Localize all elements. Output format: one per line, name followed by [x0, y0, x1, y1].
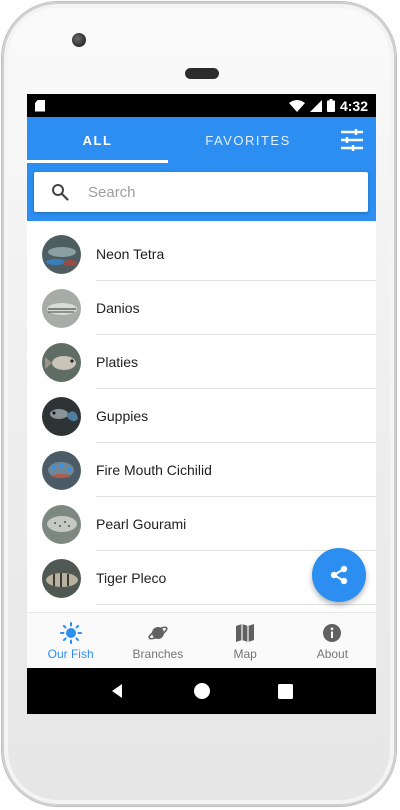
- app-bar: ALL FAVORITES: [27, 117, 376, 221]
- tab-indicator: [27, 160, 168, 163]
- nav-label: About: [316, 646, 349, 661]
- map-icon: [236, 623, 255, 642]
- battery-icon: [326, 99, 335, 112]
- planet-icon: [148, 625, 168, 640]
- fish-avatar: [42, 559, 81, 598]
- list-item[interactable]: Fire Mouth Cichilid: [27, 443, 376, 497]
- fish-name: Fire Mouth Cichilid: [96, 462, 212, 478]
- fish-list: Neon Tetra Danios Platies Guppies Fire M…: [27, 227, 376, 605]
- fish-avatar: [42, 397, 81, 436]
- list-item[interactable]: Neon Tetra: [27, 227, 376, 281]
- fish-avatar: [42, 505, 81, 544]
- list-item[interactable]: Danios: [27, 281, 376, 335]
- fish-avatar: [42, 451, 81, 490]
- fish-avatar: [42, 289, 81, 328]
- phone-frame: 4:32 ALL FAVORITES Search Neon Tetra Dan…: [2, 2, 396, 806]
- sun-icon: [59, 621, 82, 644]
- bottom-navigation: Our Fish Branches Map About: [27, 612, 376, 669]
- earpiece-speaker: [185, 68, 219, 79]
- wifi-icon: [288, 99, 305, 112]
- info-icon: [323, 623, 342, 642]
- cell-signal-icon: [309, 99, 322, 112]
- list-item[interactable]: Guppies: [27, 389, 376, 443]
- tab-bar: ALL FAVORITES: [27, 117, 376, 163]
- share-icon: [330, 565, 348, 585]
- fish-name: Guppies: [96, 408, 149, 424]
- nav-label: Our Fish: [47, 646, 94, 661]
- nav-branches[interactable]: Branches: [114, 613, 201, 669]
- filter-button[interactable]: [337, 126, 367, 154]
- recents-square-icon[interactable]: [277, 683, 293, 699]
- tab-all[interactable]: ALL: [27, 117, 168, 163]
- share-fab[interactable]: [312, 548, 366, 602]
- home-circle-icon[interactable]: [193, 682, 211, 700]
- nav-about[interactable]: About: [289, 613, 376, 669]
- status-time: 4:32: [339, 97, 368, 114]
- fish-name: Pearl Gourami: [96, 516, 187, 532]
- front-camera: [72, 33, 86, 47]
- search-icon: [50, 182, 70, 202]
- fish-name: Danios: [96, 300, 140, 316]
- status-bar: 4:32: [27, 94, 376, 117]
- nav-our-fish[interactable]: Our Fish: [27, 613, 114, 669]
- nav-label: Branches: [132, 646, 184, 661]
- tune-sliders-icon: [341, 129, 363, 151]
- fish-name: Platies: [96, 354, 139, 370]
- list-item[interactable]: Platies: [27, 335, 376, 389]
- divider: [96, 604, 376, 605]
- fish-avatar: [42, 235, 81, 274]
- fish-name: Neon Tetra: [96, 246, 165, 262]
- sd-card-icon: [35, 99, 45, 112]
- back-triangle-icon[interactable]: [110, 683, 126, 699]
- fish-name: Tiger Pleco: [96, 570, 167, 586]
- search-input[interactable]: [86, 182, 350, 202]
- nav-map[interactable]: Map: [202, 613, 289, 669]
- fish-avatar: [42, 343, 81, 382]
- screen: 4:32 ALL FAVORITES Search Neon Tetra Dan…: [27, 94, 376, 714]
- nav-label: Map: [233, 646, 257, 661]
- tab-favorites[interactable]: FAVORITES: [168, 117, 328, 163]
- system-navigation-bar: [27, 668, 376, 714]
- list-item[interactable]: Pearl Gourami: [27, 497, 376, 551]
- search-bar: [34, 172, 368, 212]
